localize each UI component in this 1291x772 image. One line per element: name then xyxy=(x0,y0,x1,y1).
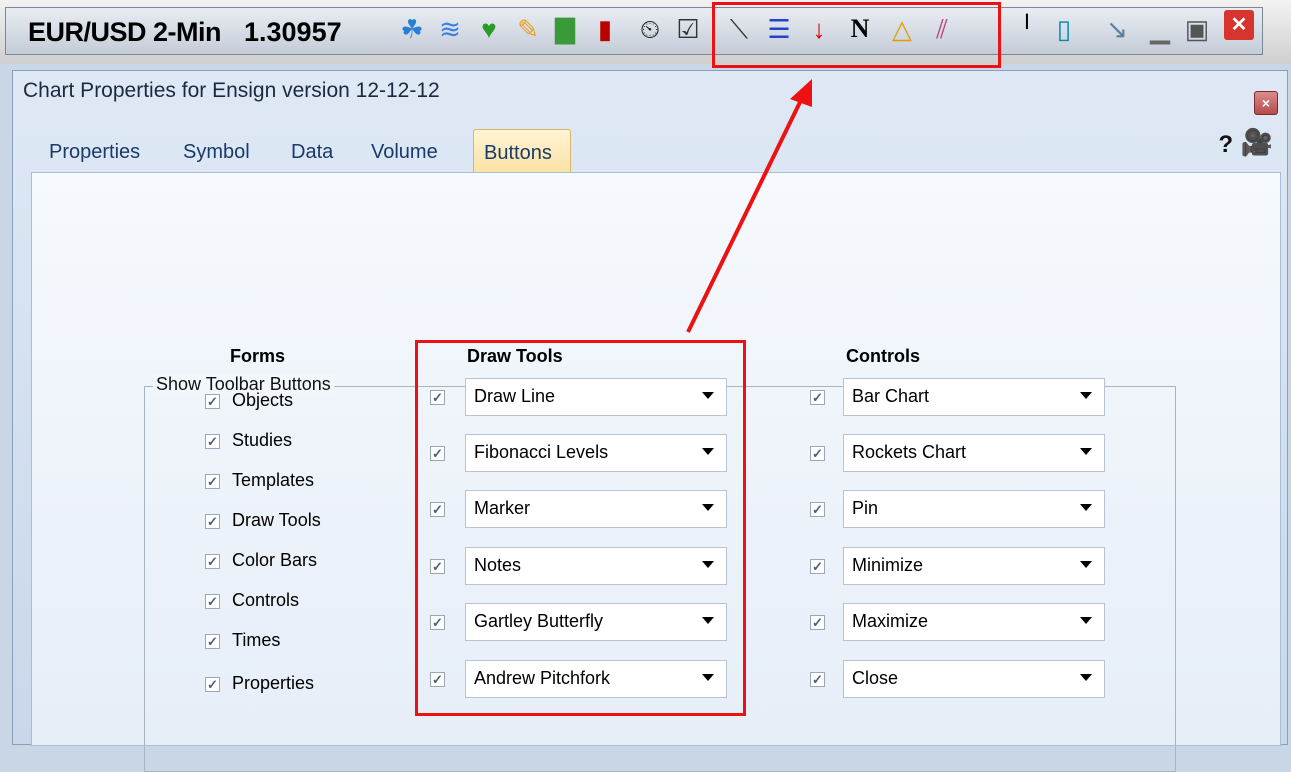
callout-arrow xyxy=(686,79,812,333)
arrow-shaft xyxy=(686,95,805,333)
arrow-head xyxy=(790,79,812,107)
